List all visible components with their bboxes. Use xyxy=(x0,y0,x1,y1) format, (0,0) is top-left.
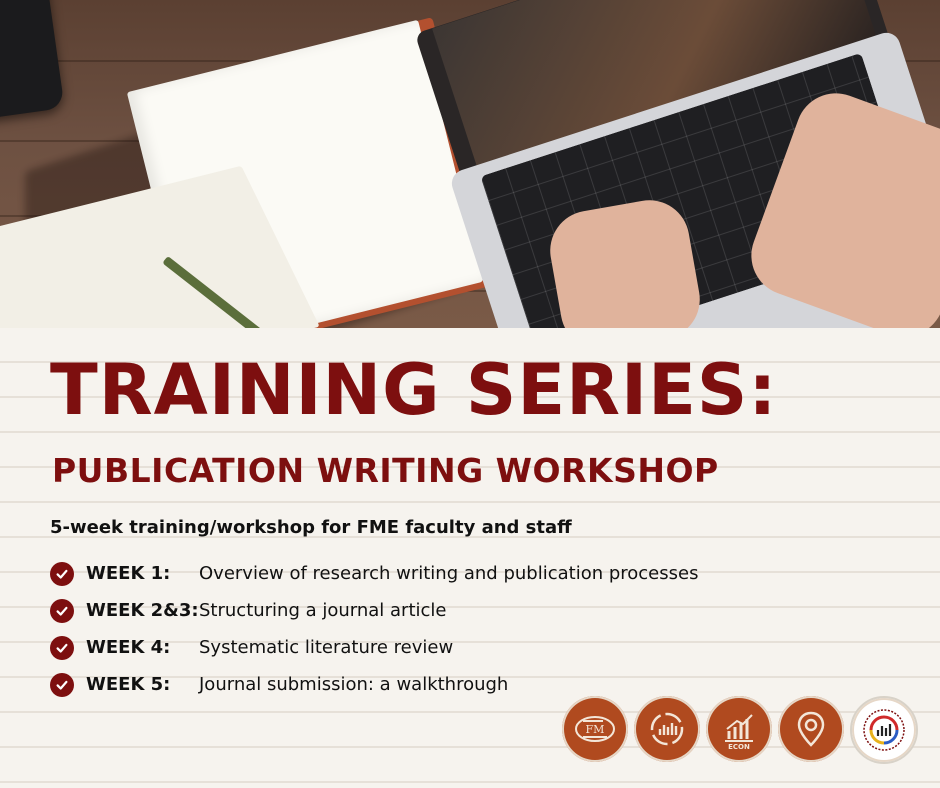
schedule-item: WEEK 2&3: Structuring a journal article xyxy=(50,592,698,629)
week-label: WEEK 4: xyxy=(86,637,171,658)
check-circle-icon xyxy=(50,561,74,586)
svg-text:ECON: ECON xyxy=(728,743,750,751)
schedule-item: WEEK 4: Systematic literature review xyxy=(50,629,698,666)
page-subtitle: PUBLICATION WRITING WORKSHOP xyxy=(52,451,719,490)
week-topic: Overview of research writing and publica… xyxy=(199,563,699,584)
check-circle-icon xyxy=(50,598,74,623)
week-label: WEEK 2&3: xyxy=(86,600,199,621)
week-topic: Structuring a journal article xyxy=(199,600,447,621)
econ-logo: ECON xyxy=(706,696,772,762)
week-topic: Systematic literature review xyxy=(199,637,454,658)
tagline: 5-week training/workshop for FME faculty… xyxy=(50,517,572,538)
week-label: WEEK 1: xyxy=(86,563,171,584)
fme-logo: FM xyxy=(562,696,628,762)
header-photo xyxy=(0,0,940,328)
check-circle-icon xyxy=(50,635,74,660)
week-label: WEEK 5: xyxy=(86,674,171,695)
week-topic: Journal submission: a walkthrough xyxy=(199,674,509,695)
partner-logos: FM ECON xyxy=(562,696,928,764)
page-title: TRAINING SERIES: xyxy=(50,349,778,431)
svg-text:FM: FM xyxy=(586,723,605,736)
check-circle-icon xyxy=(50,672,74,697)
schedule-list: WEEK 1: Overview of research writing and… xyxy=(50,555,698,703)
schedule-item: WEEK 1: Overview of research writing and… xyxy=(50,555,698,592)
research-office-seal xyxy=(850,696,918,764)
cycle-logo xyxy=(634,696,700,762)
location-pin-logo xyxy=(778,696,844,762)
notebook-image xyxy=(0,17,499,328)
